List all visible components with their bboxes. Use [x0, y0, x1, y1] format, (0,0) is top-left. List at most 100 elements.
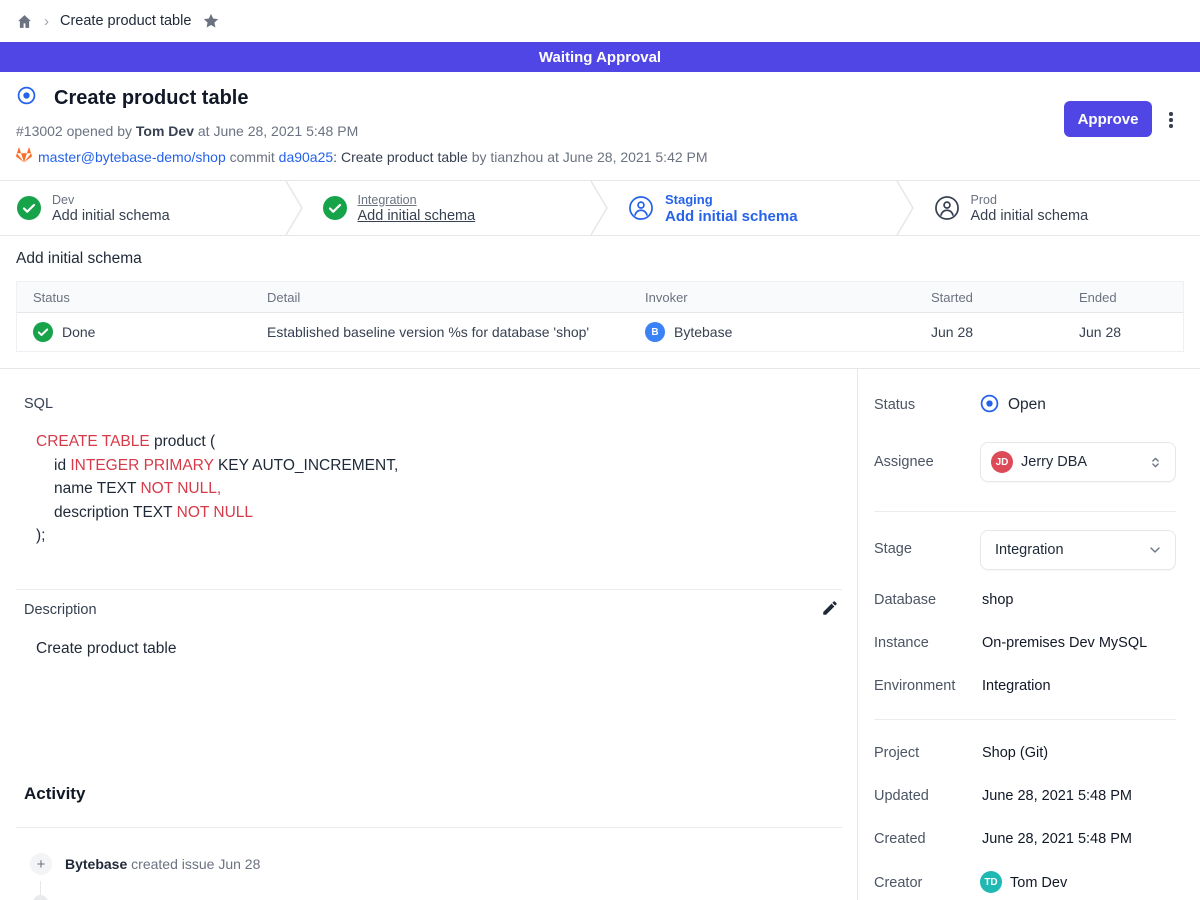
stage-label: Stage — [874, 541, 912, 557]
task-section-heading: Add initial schema — [16, 250, 142, 268]
task-started: Jun 28 — [931, 324, 973, 340]
sql-section-label: SQL — [24, 396, 53, 412]
stage-task-label: Add initial schema — [971, 208, 1089, 224]
banner-text: Waiting Approval — [539, 49, 661, 66]
main-column: SQL CREATE TABLE product (id INTEGER PRI… — [0, 369, 858, 900]
task-ended: Jun 28 — [1079, 324, 1121, 340]
issue-meta: #13002 opened by Tom Dev at June 28, 202… — [16, 123, 358, 139]
activity-heading: Activity — [24, 784, 85, 804]
chevron-right-icon: › — [44, 14, 49, 29]
pipeline-stage-dev[interactable]: Dev Add initial schema — [0, 181, 284, 235]
task-detail: Established baseline version %s for data… — [267, 324, 589, 340]
issue-header: Create product table #13002 opened by To… — [0, 72, 1200, 180]
stage-separator — [589, 181, 611, 235]
environment-value: Integration — [982, 678, 1051, 694]
stage-env-label: Dev — [52, 193, 170, 207]
column-invoker: Invoker — [629, 290, 915, 305]
commit-message: Create product table — [341, 149, 468, 165]
commit-byline: by tianzhou at June 28, 2021 5:42 PM — [472, 149, 708, 165]
task-table: Status Detail Invoker Started Ended Done… — [16, 281, 1184, 352]
description-text: Create product table — [36, 640, 176, 658]
commit-info: master@bytebase-demo/shop commit da90a25… — [16, 147, 708, 166]
database-value: shop — [982, 592, 1013, 608]
stage-value: Integration — [995, 542, 1064, 558]
assignee-select[interactable]: JD Jerry DBA — [980, 442, 1176, 482]
more-options-icon[interactable] — [1163, 110, 1179, 130]
stage-pending-approval-icon — [628, 195, 654, 221]
stage-task-label: Add initial schema — [358, 208, 476, 224]
stage-env-label: Prod — [971, 193, 1089, 207]
pipeline-stage-staging[interactable]: Staging Add initial schema — [611, 181, 895, 235]
activity-create-icon: + — [30, 853, 52, 875]
approve-button[interactable]: Approve — [1064, 101, 1152, 137]
issue-author: Tom Dev — [136, 123, 194, 139]
created-value: June 28, 2021 5:48 PM — [982, 831, 1132, 847]
details-sidebar: Status Open Assignee JD Jerry DBA Stage … — [858, 369, 1200, 900]
project-label: Project — [874, 745, 919, 761]
creator-value: Tom Dev — [1010, 875, 1067, 891]
gitlab-icon — [16, 147, 32, 166]
description-label: Description — [24, 602, 97, 618]
commit-branch-link[interactable]: master@bytebase-demo/shop — [38, 149, 226, 165]
updown-chevron-icon — [1148, 455, 1163, 470]
task-table-header: Status Detail Invoker Started Ended — [17, 282, 1183, 313]
instance-label: Instance — [874, 635, 929, 651]
environment-label: Environment — [874, 678, 955, 694]
stage-separator — [284, 181, 306, 235]
stage-done-icon — [17, 196, 41, 220]
assignee-label: Assignee — [874, 454, 934, 470]
activity-author: Bytebase — [65, 856, 127, 872]
project-value: Shop (Git) — [982, 745, 1048, 761]
divider — [874, 511, 1176, 512]
instance-value: On-premises Dev MySQL — [982, 635, 1147, 651]
column-detail: Detail — [251, 290, 629, 305]
approval-status-banner: Waiting Approval — [0, 42, 1200, 72]
task-invoker: Bytebase — [674, 324, 732, 340]
column-ended: Ended — [1063, 290, 1183, 305]
issue-open-icon — [17, 86, 36, 110]
created-label: Created — [874, 831, 926, 847]
content-split: SQL CREATE TABLE product (id INTEGER PRI… — [0, 368, 1200, 900]
task-status: Done — [62, 324, 95, 340]
home-icon[interactable] — [16, 13, 33, 30]
task-row: Done Established baseline version %s for… — [17, 313, 1183, 351]
commit-hash-link[interactable]: da90a25 — [279, 149, 334, 165]
issue-id: #13002 — [16, 123, 63, 139]
stage-env-label: Staging — [665, 192, 798, 207]
divider — [16, 589, 842, 590]
page-title: Create product table — [54, 87, 248, 110]
column-status: Status — [17, 290, 251, 305]
pipeline-stage-integration[interactable]: Integration Add initial schema — [306, 181, 590, 235]
stage-task-label: Add initial schema — [52, 208, 170, 224]
bytebase-issue-page: › Create product table Waiting Approval … — [0, 0, 1200, 900]
status-value: Open — [1008, 396, 1046, 414]
breadcrumb: › Create product table — [0, 0, 1200, 42]
stage-done-icon — [323, 196, 347, 220]
column-started: Started — [915, 290, 1063, 305]
chevron-down-icon — [1147, 542, 1163, 558]
bookmark-star-icon[interactable] — [202, 12, 220, 30]
stage-env-label: Integration — [358, 193, 476, 207]
stage-task-label: Add initial schema — [665, 208, 798, 225]
creator-label: Creator — [874, 875, 922, 891]
edit-description-icon[interactable] — [820, 598, 840, 618]
breadcrumb-page-title: Create product table — [60, 13, 191, 29]
sql-code: CREATE TABLE product (id INTEGER PRIMARY… — [36, 430, 398, 548]
stage-select[interactable]: Integration — [980, 530, 1176, 570]
invoker-avatar: B — [645, 322, 665, 342]
activity-next-marker — [33, 895, 48, 900]
pipeline-stage-prod[interactable]: Prod Add initial schema — [917, 181, 1200, 235]
task-done-icon — [33, 322, 53, 342]
stage-pipeline: Dev Add initial schema Integration Add i… — [0, 180, 1200, 236]
divider — [16, 827, 842, 828]
database-label: Database — [874, 592, 936, 608]
stage-pending-approval-icon — [934, 195, 960, 221]
assignee-avatar: JD — [991, 451, 1013, 473]
status-label: Status — [874, 397, 915, 413]
activity-item: + Bytebase created issue Jun 28 — [30, 853, 260, 875]
stage-separator — [895, 181, 917, 235]
creator-avatar: TD — [980, 871, 1002, 893]
status-open-icon — [980, 394, 999, 413]
divider — [874, 719, 1176, 720]
activity-text: created issue Jun 28 — [131, 856, 260, 872]
